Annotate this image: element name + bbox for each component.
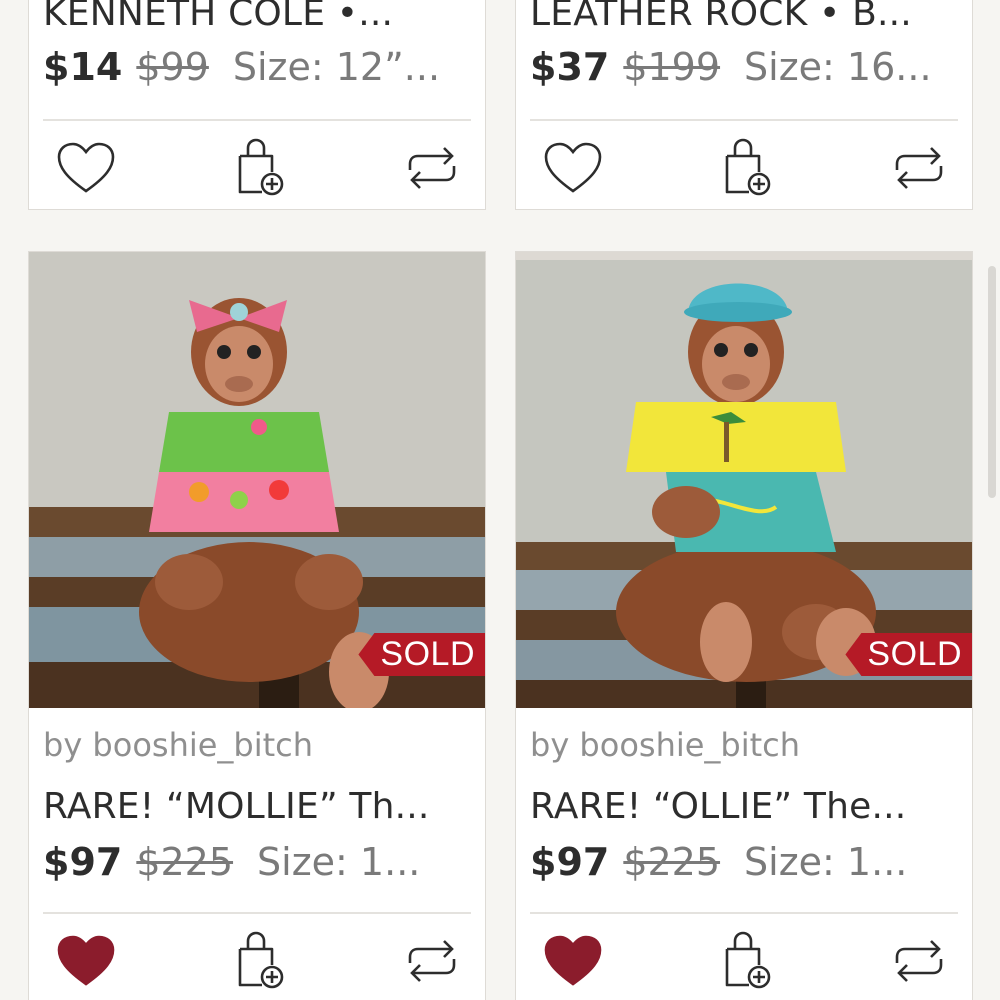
listing-card[interactable]: SOLD by booshie_bitch RARE! “OLLIE” The.…	[515, 251, 973, 1000]
add-to-bundle-button[interactable]	[712, 133, 782, 203]
listing-card[interactable]: SOLD by booshie_bitch RARE! “MOLLIE” Th.…	[28, 251, 486, 1000]
listing-title[interactable]: RARE! “OLLIE” The...	[530, 786, 958, 827]
listing-actions	[29, 133, 485, 203]
listing-original-price: $225	[623, 840, 721, 884]
listing-price-row: $97 $225 Size: 1...	[43, 840, 471, 884]
divider	[43, 912, 471, 914]
scrollbar[interactable]	[988, 266, 996, 498]
divider	[43, 119, 471, 121]
shopping-bag-add-icon	[238, 931, 284, 989]
listing-size: Size: 1...	[257, 840, 421, 884]
listing-photo[interactable]: SOLD	[516, 252, 972, 708]
seller-username[interactable]: by booshie_bitch	[43, 726, 471, 764]
share-repeat-icon	[895, 147, 943, 189]
add-to-bundle-button[interactable]	[225, 133, 295, 203]
listing-card[interactable]: KENNETH COLE •... $14 $99 Size: 12”...	[28, 0, 486, 210]
share-button[interactable]	[884, 133, 954, 203]
listing-price: $97	[43, 840, 123, 884]
listing-actions	[29, 926, 485, 996]
share-repeat-icon	[895, 940, 943, 982]
listing-feed: KENNETH COLE •... $14 $99 Size: 12”... L…	[0, 0, 1000, 1000]
shopping-bag-add-icon	[725, 931, 771, 989]
listing-title[interactable]: LEATHER ROCK • B...	[530, 0, 958, 34]
heart-icon	[544, 142, 602, 193]
listing-price: $97	[530, 840, 610, 884]
listing-size: Size: 1...	[744, 840, 908, 884]
divider	[530, 912, 958, 914]
like-button[interactable]	[51, 133, 121, 203]
listing-photo[interactable]: SOLD	[29, 252, 485, 708]
listing-price: $14	[43, 45, 123, 89]
listing-card[interactable]: LEATHER ROCK • B... $37 $199 Size: 16...	[515, 0, 973, 210]
like-button[interactable]	[538, 133, 608, 203]
add-to-bundle-button[interactable]	[712, 926, 782, 996]
listing-original-price: $199	[623, 45, 721, 89]
divider	[530, 119, 958, 121]
listing-price-row: $37 $199 Size: 16...	[530, 45, 958, 89]
like-button[interactable]	[51, 926, 121, 996]
share-button[interactable]	[397, 133, 467, 203]
listing-original-price: $225	[136, 840, 234, 884]
listing-size: Size: 12”...	[232, 45, 441, 89]
listing-price: $37	[530, 45, 610, 89]
shopping-bag-add-icon	[238, 138, 284, 196]
share-button[interactable]	[397, 926, 467, 996]
seller-username[interactable]: by booshie_bitch	[530, 726, 958, 764]
share-repeat-icon	[408, 940, 456, 982]
sold-badge: SOLD	[845, 633, 972, 676]
shopping-bag-add-icon	[725, 138, 771, 196]
share-button[interactable]	[884, 926, 954, 996]
heart-icon	[57, 142, 115, 193]
add-to-bundle-button[interactable]	[225, 926, 295, 996]
sold-badge: SOLD	[358, 633, 485, 676]
listing-price-row: $14 $99 Size: 12”...	[43, 45, 471, 89]
listing-actions	[516, 133, 972, 203]
listing-title[interactable]: RARE! “MOLLIE” Th...	[43, 786, 471, 827]
share-repeat-icon	[408, 147, 456, 189]
listing-actions	[516, 926, 972, 996]
listing-price-row: $97 $225 Size: 1...	[530, 840, 958, 884]
listing-original-price: $99	[136, 45, 209, 89]
heart-filled-icon	[57, 935, 115, 986]
like-button[interactable]	[538, 926, 608, 996]
listing-size: Size: 16...	[744, 45, 932, 89]
heart-filled-icon	[544, 935, 602, 986]
listing-title[interactable]: KENNETH COLE •...	[43, 0, 471, 34]
